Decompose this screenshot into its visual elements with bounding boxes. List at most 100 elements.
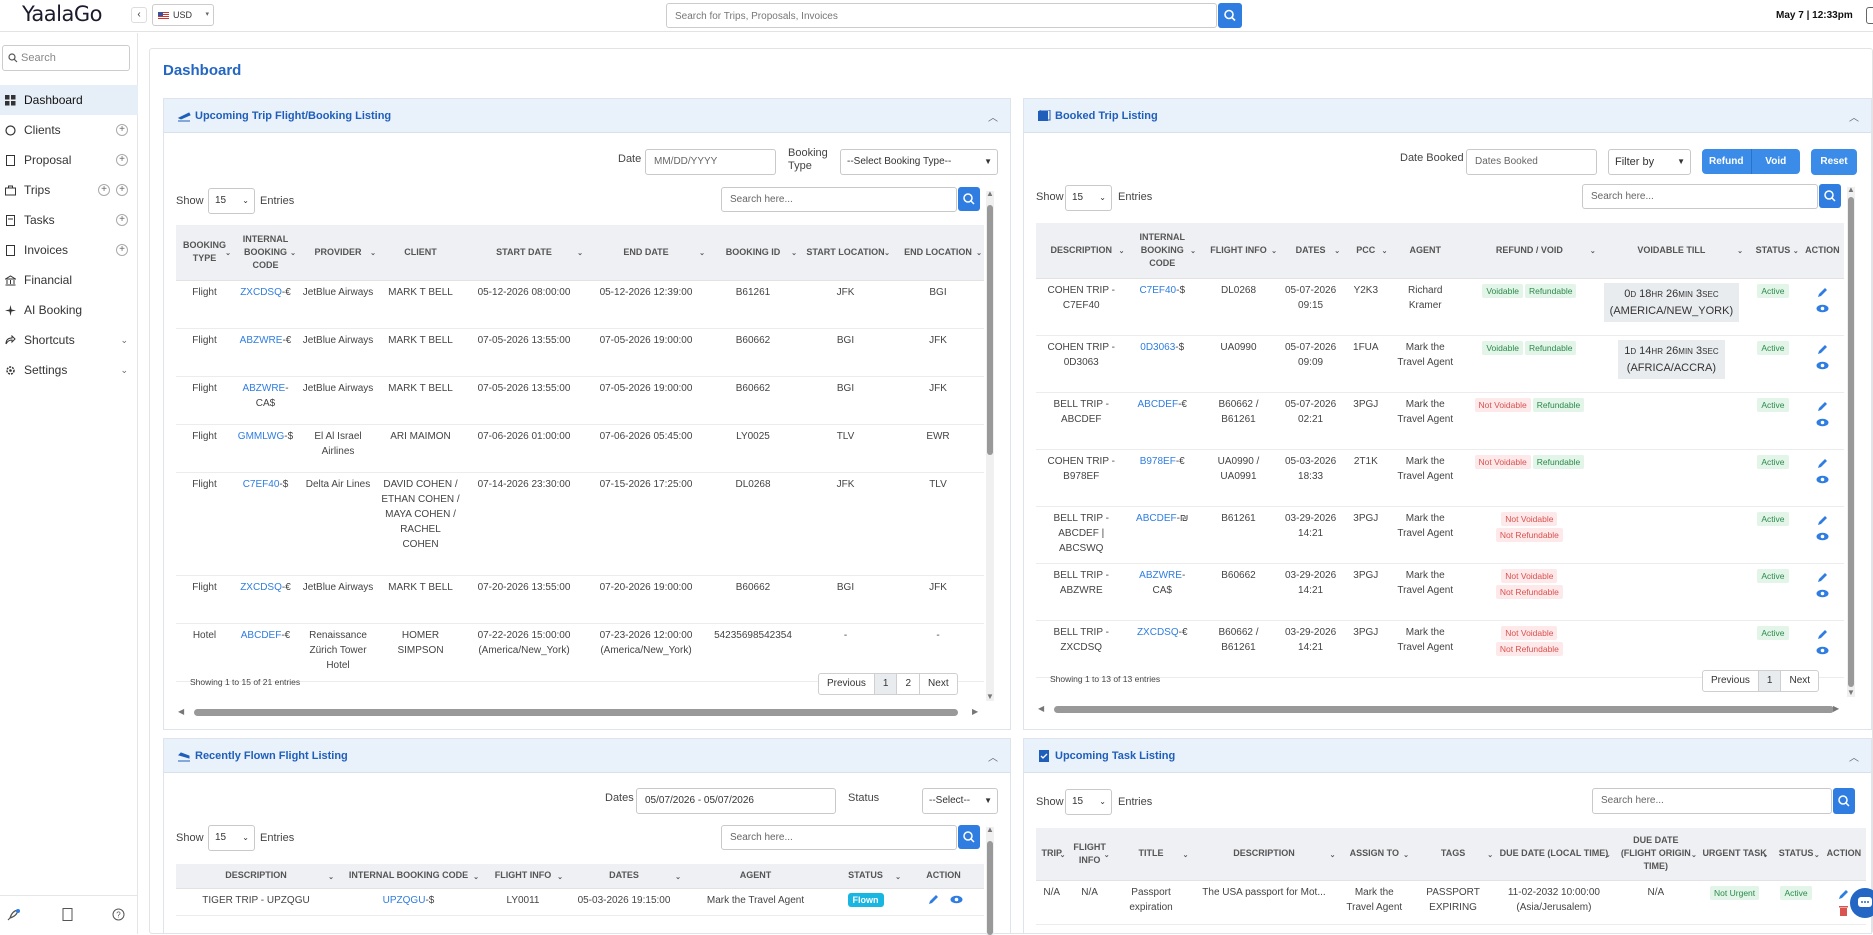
- sort-icon[interactable]: ⌄: [699, 247, 705, 260]
- column-header[interactable]: REFUND / VOID ⌄: [1461, 223, 1598, 279]
- table-row[interactable]: BELL TRIP - ZXCDSQ ZXCDSQ-€ B60662 / B6126…: [1036, 620, 1844, 678]
- eye-icon[interactable]: [1816, 473, 1829, 486]
- column-header[interactable]: FLIGHT INFO ⌄: [1067, 828, 1112, 881]
- table-row[interactable]: Flight ABZWRE- CA$ JetBlue Airways MARK T B…: [176, 376, 984, 425]
- column-header[interactable]: ASSIGN TO ⌄: [1337, 828, 1412, 881]
- booking-code-link[interactable]: C7EF40: [1139, 285, 1176, 296]
- edit-icon[interactable]: [1816, 457, 1829, 470]
- filter-select[interactable]: Filter by ▼: [1608, 149, 1691, 175]
- horizontal-scrollbar[interactable]: [188, 708, 978, 716]
- eye-icon[interactable]: [1816, 416, 1829, 429]
- booking-code-link[interactable]: ZXCDSQ: [1137, 627, 1179, 638]
- column-header[interactable]: DUE DATE (FLIGHT ORIGIN TIME) ⌄: [1612, 828, 1699, 881]
- table-row[interactable]: Flight ZXCDSQ-€ JetBlue Airways MARK T BELL…: [176, 575, 984, 624]
- booking-code-link[interactable]: B978EF: [1140, 456, 1176, 467]
- edit-icon[interactable]: [927, 893, 940, 906]
- reset-button[interactable]: Reset: [1811, 149, 1857, 175]
- column-header[interactable]: INTERNAL BOOKING CODE ⌄: [1126, 223, 1198, 279]
- collapse-panel-icon[interactable]: ︿: [1849, 109, 1859, 124]
- table-row[interactable]: TIGER TRIP - UPZQGU UPZQGU-$ LY0011 05-03-2…: [176, 888, 984, 916]
- vertical-scrollbar[interactable]: [986, 191, 994, 701]
- booking-code-link[interactable]: C7EF40: [243, 479, 280, 490]
- column-header[interactable]: END LOCATION ⌄: [892, 225, 984, 281]
- sidebar-item-financial[interactable]: Financial: [0, 265, 138, 295]
- sidebar-item-ai-booking[interactable]: AI Booking: [0, 295, 138, 325]
- column-header[interactable]: TRIP ⌄: [1036, 828, 1068, 881]
- booking-code-link[interactable]: ABZWRE: [1139, 570, 1182, 581]
- table-row[interactable]: COHEN TRIP - C7EF40 C7EF40-$ DL0268 05-07-2…: [1036, 278, 1844, 336]
- booking-code-link[interactable]: ABCDEF: [1136, 513, 1177, 524]
- sort-icon[interactable]: ⌄: [1487, 849, 1493, 862]
- entries-select[interactable]: 15 ⌄: [1065, 789, 1112, 815]
- add-invoice-icon[interactable]: +: [116, 244, 128, 256]
- column-header[interactable]: DUE DATE (LOCAL TIME) ⌄: [1495, 828, 1613, 881]
- scroll-down-arrow[interactable]: ▼: [986, 692, 994, 701]
- column-header[interactable]: DESCRIPTION ⌄: [176, 864, 336, 889]
- column-header[interactable]: INTERNAL BOOKING CODE ⌄: [233, 225, 298, 281]
- sort-icon[interactable]: ⌄: [370, 247, 376, 260]
- sidebar-item-proposal[interactable]: Proposal +: [0, 145, 138, 175]
- add-proposal-icon[interactable]: +: [116, 154, 128, 166]
- scroll-left-arrow[interactable]: ◀: [1038, 704, 1044, 713]
- sort-icon[interactable]: ⌄: [1382, 245, 1388, 258]
- sidebar-item-tasks[interactable]: Tasks +: [0, 205, 138, 235]
- currency-select[interactable]: USD ▾: [152, 4, 214, 26]
- column-header[interactable]: START DATE ⌄: [463, 225, 585, 281]
- booking-code-link[interactable]: 0D3063: [1140, 342, 1175, 353]
- scroll-left-arrow[interactable]: ◀: [178, 707, 184, 716]
- sort-icon[interactable]: ⌄: [1334, 245, 1340, 258]
- scroll-thumb[interactable]: [987, 205, 993, 455]
- column-header[interactable]: PROVIDER ⌄: [298, 225, 378, 281]
- column-header[interactable]: AGENT: [1389, 223, 1461, 279]
- sidebar-item-invoices[interactable]: Invoices +: [0, 235, 138, 265]
- edit-icon[interactable]: [1816, 628, 1829, 641]
- sidebar-item-dashboard[interactable]: Dashboard: [0, 85, 138, 115]
- page-button[interactable]: 2: [897, 674, 921, 694]
- sort-icon[interactable]: ⌄: [884, 247, 890, 260]
- table-row[interactable]: BELL TRIP - ABZWRE ABZWRE- CA$ B60662 03-29…: [1036, 563, 1844, 621]
- page-button[interactable]: Previous: [1703, 671, 1759, 691]
- booking-code-link[interactable]: ABCDEF: [1138, 399, 1179, 410]
- booking-code-link[interactable]: ZXCDSQ: [240, 582, 282, 593]
- column-header[interactable]: URGENT TASK ⌄: [1698, 828, 1771, 881]
- sidebar-item-trips[interactable]: Trips + +: [0, 175, 138, 205]
- page-button[interactable]: Previous: [819, 674, 875, 694]
- date-booked-input[interactable]: Dates Booked: [1466, 149, 1597, 175]
- sort-icon[interactable]: ⌄: [1691, 849, 1697, 862]
- column-header[interactable]: FLIGHT INFO ⌄: [1198, 223, 1279, 279]
- sort-icon[interactable]: ⌄: [473, 871, 479, 884]
- edit-icon[interactable]: [1837, 888, 1850, 901]
- scroll-up-arrow[interactable]: ▲: [1847, 185, 1855, 194]
- page-button[interactable]: Next: [920, 674, 957, 694]
- sort-icon[interactable]: ⌄: [577, 247, 583, 260]
- sort-icon[interactable]: ⌄: [1060, 849, 1066, 862]
- scroll-thumb[interactable]: [987, 841, 993, 935]
- scroll-up-arrow[interactable]: ▲: [986, 825, 994, 834]
- table-row[interactable]: Flight ABZWRE-€ JetBlue Airways MARK T BELL…: [176, 328, 984, 377]
- collapse-panel-icon[interactable]: ︿: [1849, 749, 1859, 764]
- scroll-up-arrow[interactable]: ▲: [986, 189, 994, 198]
- eye-icon[interactable]: [1816, 587, 1829, 600]
- edit-icon[interactable]: [1816, 400, 1829, 413]
- eye-icon[interactable]: [1816, 302, 1829, 315]
- sort-icon[interactable]: ⌄: [1814, 849, 1820, 862]
- booking-code-link[interactable]: ABZWRE: [242, 383, 285, 394]
- table-row[interactable]: BELL TRIP - ABCDEF ABCDEF-€ B60662 / B6126…: [1036, 392, 1844, 450]
- vertical-scrollbar[interactable]: [1847, 187, 1855, 697]
- column-header[interactable]: TAGS ⌄: [1411, 828, 1496, 881]
- edit-icon[interactable]: [1816, 286, 1829, 299]
- sort-icon[interactable]: ⌄: [1190, 245, 1196, 258]
- booking-code-link[interactable]: GMMLWG: [238, 431, 284, 442]
- void-button[interactable]: Void: [1752, 149, 1801, 174]
- eye-icon[interactable]: [1816, 359, 1829, 372]
- page-button[interactable]: 1: [1758, 671, 1782, 691]
- table-row[interactable]: Flight GMMLWG-$ El Al Israel Airlines ARI M…: [176, 424, 984, 473]
- column-header[interactable]: VOIDABLE TILL ⌄: [1597, 223, 1746, 279]
- table-search-input[interactable]: Search here...: [721, 825, 957, 850]
- column-header[interactable]: START LOCATION ⌄: [799, 225, 892, 281]
- scroll-right-arrow[interactable]: ▶: [972, 707, 978, 716]
- column-header[interactable]: STATUS ⌄: [1770, 828, 1822, 881]
- column-header[interactable]: DATES ⌄: [565, 864, 683, 889]
- column-header[interactable]: BOOKING TYPE ⌄: [176, 225, 233, 281]
- table-row[interactable]: COHEN TRIP - 0D3063 0D3063-$ UA0990 05-07-2…: [1036, 335, 1844, 393]
